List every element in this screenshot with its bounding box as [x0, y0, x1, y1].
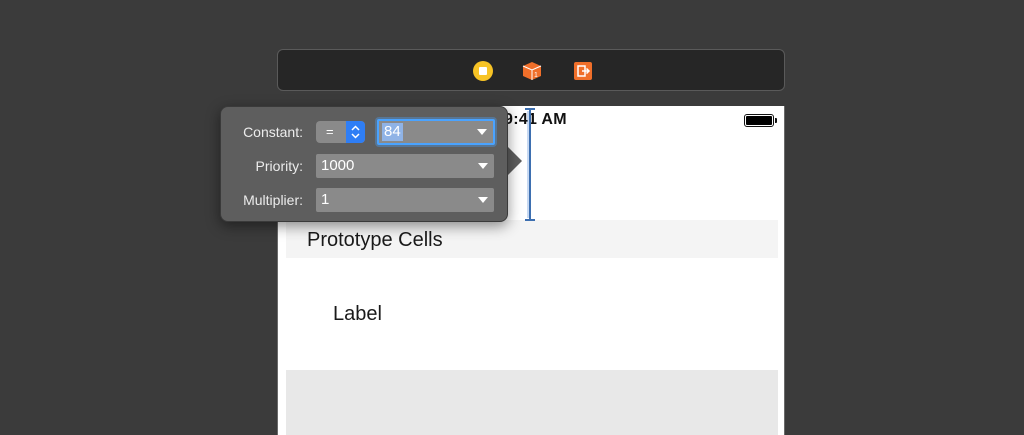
multiplier-combo[interactable]: 1 — [316, 188, 494, 212]
prototype-cell-label[interactable]: Label — [333, 303, 382, 326]
first-responder-icon[interactable]: 1 — [521, 60, 543, 82]
battery-icon — [744, 114, 777, 127]
constant-value: 84 — [382, 123, 403, 141]
relation-value: = — [326, 124, 334, 139]
priority-combo[interactable]: 1000 — [316, 154, 494, 178]
constant-input[interactable]: 84 — [377, 119, 495, 145]
priority-value: 1000 — [321, 157, 355, 174]
constraint-popover: Constant: = 84 Priority: 1000 Multiplier… — [220, 106, 508, 222]
up-down-chevron-icon — [351, 125, 360, 139]
chevron-down-icon[interactable] — [478, 163, 488, 169]
view-controller-icon[interactable] — [472, 60, 494, 82]
multiplier-label: Multiplier: — [243, 192, 303, 208]
chevron-down-icon[interactable] — [477, 129, 487, 135]
relation-stepper[interactable] — [346, 121, 365, 143]
svg-text:1: 1 — [534, 72, 538, 79]
constant-label: Constant: — [243, 124, 303, 140]
chevron-down-icon[interactable] — [478, 197, 488, 203]
relation-select[interactable]: = — [316, 121, 365, 143]
table-footer-area — [286, 370, 778, 435]
priority-label: Priority: — [255, 158, 303, 174]
exit-icon[interactable] — [572, 60, 594, 82]
scene-dock: 1 — [277, 49, 785, 91]
table-section-header: Prototype Cells — [286, 220, 778, 258]
constraint-ibeam-icon[interactable] — [523, 107, 537, 222]
popover-arrow — [507, 146, 522, 176]
multiplier-value: 1 — [321, 191, 330, 208]
section-header-title: Prototype Cells — [307, 229, 443, 251]
